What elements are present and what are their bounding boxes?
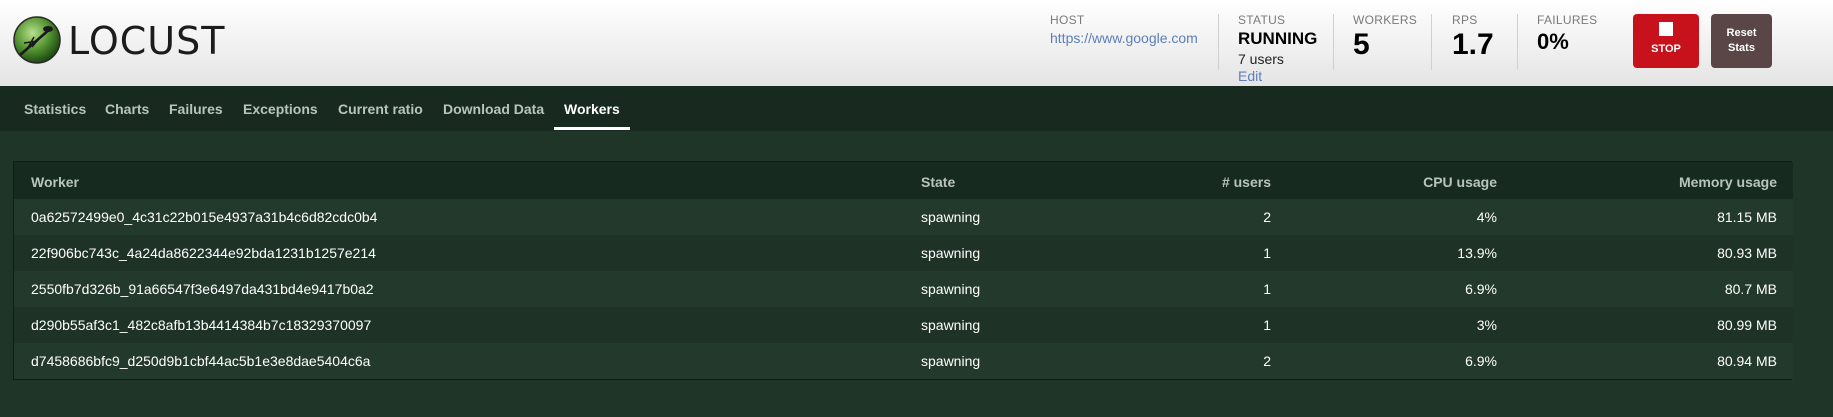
- table-row: d7458686bfc9_d250d9b1cbf44ac5b1e3e8dae54…: [14, 343, 1793, 379]
- worker-id-cell: 22f906bc743c_4a24da8622344e92bda1231b125…: [31, 245, 376, 261]
- users-cell: 1: [1263, 245, 1271, 261]
- users-cell: 2: [1263, 209, 1271, 225]
- table-header: Worker State # users CPU usage Memory us…: [14, 162, 1793, 199]
- active-tab-indicator: [554, 127, 630, 130]
- cpu-cell: 13.9%: [1457, 245, 1497, 261]
- column-header-cpu[interactable]: CPU usage: [1423, 174, 1497, 190]
- rps-label: RPS: [1452, 13, 1478, 27]
- memory-cell: 80.94 MB: [1717, 353, 1777, 369]
- rps-stat: RPS 1.7: [1452, 13, 1494, 75]
- table-row: d290b55af3c1_482c8afb13b4414384b7c183293…: [14, 307, 1793, 343]
- locust-logo-icon: [13, 16, 61, 64]
- state-cell: spawning: [921, 209, 981, 225]
- reset-button-label-line1: Reset: [1726, 27, 1757, 39]
- stop-icon: [1659, 22, 1673, 36]
- edit-users-link[interactable]: Edit: [1238, 68, 1317, 84]
- cpu-cell: 6.9%: [1465, 281, 1497, 297]
- tab-bar: Statistics Charts Failures Exceptions Cu…: [0, 86, 1833, 131]
- state-cell: spawning: [921, 245, 981, 261]
- users-cell: 1: [1263, 317, 1271, 333]
- tab-workers[interactable]: Workers: [564, 101, 620, 117]
- memory-cell: 80.99 MB: [1717, 317, 1777, 333]
- reset-button-label-line2: Stats: [1728, 42, 1755, 54]
- workers-label: WORKERS: [1353, 13, 1418, 27]
- host-url-link[interactable]: https://www.google.com: [1050, 30, 1198, 46]
- tab-failures[interactable]: Failures: [169, 101, 223, 117]
- failures-stat: FAILURES 0%: [1537, 13, 1597, 75]
- workers-stat: WORKERS 5: [1353, 13, 1417, 75]
- status-stat: STATUS RUNNING 7 users Edit: [1238, 13, 1318, 84]
- failures-value: 0%: [1537, 29, 1569, 54]
- divider: [1431, 14, 1432, 70]
- stop-button[interactable]: STOP: [1633, 14, 1699, 68]
- reset-stats-button[interactable]: Reset Stats: [1711, 14, 1772, 68]
- workers-value: 5: [1353, 28, 1370, 61]
- host-label: HOST: [1050, 13, 1085, 27]
- divider: [1333, 14, 1334, 70]
- app-logo-text: LOCUST: [68, 19, 226, 63]
- divider: [1517, 14, 1518, 70]
- table-row: 22f906bc743c_4a24da8622344e92bda1231b125…: [14, 235, 1793, 271]
- users-cell: 2: [1263, 353, 1271, 369]
- column-header-worker[interactable]: Worker: [31, 174, 79, 190]
- status-label: STATUS: [1238, 13, 1286, 27]
- state-cell: spawning: [921, 281, 981, 297]
- header-bar: LOCUST HOST https://www.google.com STATU…: [0, 0, 1833, 86]
- rps-value: 1.7: [1452, 28, 1494, 61]
- worker-id-cell: 2550fb7d326b_91a66547f3e6497da431bd4e941…: [31, 281, 374, 297]
- memory-cell: 80.93 MB: [1717, 245, 1777, 261]
- host-stat: HOST https://www.google.com: [1050, 13, 1198, 75]
- column-header-state[interactable]: State: [921, 174, 955, 190]
- worker-id-cell: 0a62572499e0_4c31c22b015e4937a31b4c6d82c…: [31, 209, 378, 225]
- state-cell: spawning: [921, 353, 981, 369]
- tab-download-data[interactable]: Download Data: [443, 101, 544, 117]
- status-users: 7 users: [1238, 51, 1284, 67]
- state-cell: spawning: [921, 317, 981, 333]
- cpu-cell: 3%: [1476, 317, 1497, 333]
- users-cell: 1: [1263, 281, 1271, 297]
- memory-cell: 80.7 MB: [1724, 281, 1777, 297]
- column-header-users[interactable]: # users: [1222, 174, 1271, 190]
- stop-button-label: STOP: [1651, 43, 1681, 55]
- tab-charts[interactable]: Charts: [105, 101, 149, 117]
- column-header-memory[interactable]: Memory usage: [1679, 174, 1777, 190]
- tab-current-ratio[interactable]: Current ratio: [338, 101, 423, 117]
- worker-id-cell: d7458686bfc9_d250d9b1cbf44ac5b1e3e8dae54…: [31, 353, 371, 369]
- workers-table: Worker State # users CPU usage Memory us…: [13, 161, 1793, 380]
- cpu-cell: 6.9%: [1465, 353, 1497, 369]
- memory-cell: 81.15 MB: [1717, 209, 1777, 225]
- table-row: 0a62572499e0_4c31c22b015e4937a31b4c6d82c…: [14, 199, 1793, 235]
- tab-exceptions[interactable]: Exceptions: [243, 101, 318, 117]
- cpu-cell: 4%: [1476, 209, 1497, 225]
- table-row: 2550fb7d326b_91a66547f3e6497da431bd4e941…: [14, 271, 1793, 307]
- tab-statistics[interactable]: Statistics: [24, 101, 86, 117]
- worker-id-cell: d290b55af3c1_482c8afb13b4414384b7c183293…: [31, 317, 372, 333]
- divider: [1218, 14, 1219, 70]
- status-value: RUNNING: [1238, 29, 1318, 48]
- failures-label: FAILURES: [1537, 13, 1598, 27]
